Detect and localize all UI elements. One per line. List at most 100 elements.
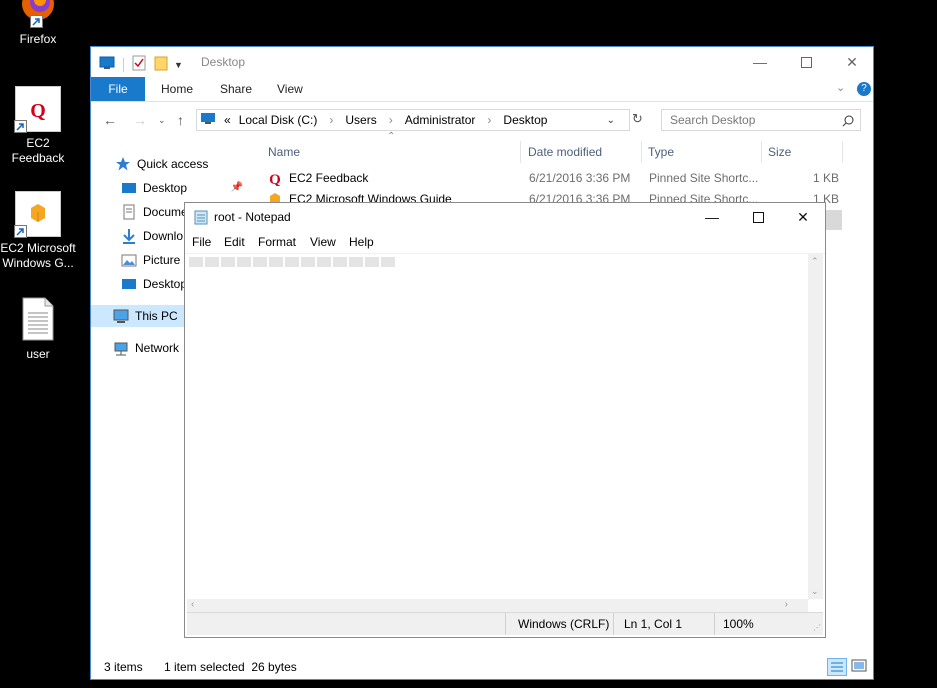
tab-share[interactable]: Share	[220, 77, 252, 101]
file-row[interactable]: Q EC2 Feedback 6/21/2016 3:36 PM Pinned …	[267, 168, 842, 188]
desktop-icon-label: EC2 Feedback	[11, 136, 65, 165]
notepad-close-button[interactable]: ✕	[780, 203, 826, 231]
svg-text:Q: Q	[30, 100, 46, 122]
vertical-scrollbar[interactable]: ⌃ ⌄	[808, 254, 823, 599]
line-ending: Windows (CRLF)	[518, 617, 610, 631]
window-title: Desktop	[201, 55, 246, 69]
breadcrumb-local-disk[interactable]: Local Disk (C:)	[239, 113, 318, 127]
redacted-text	[189, 257, 397, 267]
column-divider[interactable]	[641, 141, 642, 163]
nav-label: Desktop	[143, 181, 188, 195]
close-button[interactable]: ✕	[829, 47, 875, 77]
address-overflow[interactable]: «	[224, 113, 231, 127]
nav-item-desktop-2[interactable]: Desktop	[121, 273, 187, 295]
notepad-title: root - Notepad	[214, 210, 291, 224]
desktop-icon-ec2-guide[interactable]: EC2 Microsoft Windows G...	[0, 191, 76, 271]
new-folder-icon[interactable]	[154, 55, 168, 74]
nav-label: Network	[135, 341, 180, 355]
minimize-button[interactable]: —	[737, 47, 783, 77]
nav-item-downloads[interactable]: Downlo	[121, 225, 183, 247]
nav-label: This PC	[135, 309, 178, 323]
column-header-date[interactable]: Date modified	[528, 145, 602, 159]
back-button[interactable]: ←	[103, 112, 117, 128]
close-icon: ✕	[797, 208, 809, 225]
menu-edit[interactable]: Edit	[224, 235, 245, 249]
recent-locations-icon[interactable]: ⌄	[158, 115, 166, 126]
nav-label: Downlo	[143, 229, 184, 243]
tab-home[interactable]: Home	[161, 77, 193, 101]
search-placeholder: Search Desktop	[670, 113, 756, 127]
nav-item-documents[interactable]: Docume	[121, 201, 188, 223]
address-row: ← → ⌄ ↑ « Local Disk (C:) › Users › Admi…	[91, 102, 873, 138]
pin-icon[interactable]: 📌	[231, 177, 243, 199]
notepad-titlebar: root - Notepad — ✕	[185, 203, 825, 231]
maximize-icon	[800, 56, 812, 68]
resize-grip-icon[interactable]: ⋰	[813, 623, 821, 632]
shortcut-arrow-icon	[14, 120, 27, 133]
desktop-icon-firefox[interactable]: Firefox	[0, 0, 76, 47]
breadcrumb-administrator[interactable]: Administrator	[405, 113, 476, 127]
column-header-size[interactable]: Size	[768, 145, 791, 159]
column-header-name[interactable]: Name	[268, 145, 300, 159]
maximize-button[interactable]	[783, 47, 829, 77]
selection-info: 1 item selected 26 bytes	[164, 660, 297, 674]
nav-item-pictures[interactable]: Picture	[121, 249, 180, 271]
column-divider[interactable]	[520, 141, 521, 163]
menu-file[interactable]: File	[192, 235, 211, 249]
download-icon	[121, 228, 137, 244]
tab-file[interactable]: File	[91, 77, 145, 101]
details-view-icon	[831, 662, 843, 672]
details-view-button[interactable]	[827, 658, 847, 676]
firefox-icon	[18, 0, 58, 28]
column-divider[interactable]	[842, 141, 843, 163]
desktop-icon-label: EC2 Microsoft Windows G...	[0, 241, 76, 270]
nav-quick-access[interactable]: Quick access	[115, 153, 208, 175]
close-icon: ✕	[846, 53, 858, 70]
scroll-right-icon[interactable]: ›	[785, 599, 788, 610]
shortcut-arrow-icon	[30, 15, 43, 28]
documents-icon	[121, 204, 137, 220]
shortcut-arrow-icon	[14, 225, 27, 238]
explorer-titlebar: ▼ Desktop — ✕	[91, 47, 873, 77]
search-input[interactable]: Search Desktop	[661, 109, 861, 131]
desktop-icon-user[interactable]: user	[0, 297, 76, 362]
monitor-icon	[99, 56, 115, 73]
menu-format[interactable]: Format	[258, 235, 296, 249]
up-button[interactable]: ↑	[177, 112, 184, 128]
desktop-icon-label: Firefox	[19, 32, 57, 46]
breadcrumb-desktop[interactable]: Desktop	[503, 113, 547, 127]
breadcrumb-separator-icon: ›	[329, 113, 334, 127]
notepad-window: root - Notepad — ✕ File Edit Format View…	[184, 202, 826, 638]
scroll-left-icon[interactable]: ‹	[191, 599, 194, 610]
address-bar[interactable]: « Local Disk (C:) › Users › Administrato…	[196, 109, 630, 131]
nav-item-desktop[interactable]: Desktop 📌	[121, 177, 249, 199]
explorer-statusbar: 3 items 1 item selected 26 bytes	[91, 655, 873, 679]
nav-network[interactable]: Network	[113, 337, 179, 359]
expand-ribbon-icon[interactable]: ⌄	[836, 81, 845, 94]
notepad-text-area[interactable]	[187, 254, 808, 599]
notepad-maximize-button[interactable]	[735, 203, 781, 231]
scroll-up-icon[interactable]: ⌃	[811, 256, 819, 267]
forward-button[interactable]: →	[133, 112, 147, 128]
nav-label: Picture	[143, 253, 181, 267]
column-divider[interactable]	[761, 141, 762, 163]
desktop-icon-ec2-feedback[interactable]: Q EC2 Feedback	[0, 86, 76, 166]
breadcrumb-separator-icon: ›	[487, 113, 492, 127]
column-header-type[interactable]: Type	[648, 145, 674, 159]
properties-icon[interactable]	[132, 55, 146, 74]
tab-view[interactable]: View	[277, 77, 303, 101]
chevron-down-icon[interactable]: ▼	[174, 60, 183, 70]
notepad-menubar: File Edit Format View Help	[185, 231, 825, 254]
search-icon	[842, 110, 854, 130]
menu-view[interactable]: View	[310, 235, 336, 249]
refresh-icon[interactable]: ↻	[632, 111, 643, 127]
file-type: Pinned Site Shortc...	[649, 171, 759, 185]
help-icon[interactable]: ?	[857, 82, 871, 96]
large-icons-view-icon	[851, 659, 867, 672]
menu-help[interactable]: Help	[349, 235, 374, 249]
breadcrumb-users[interactable]: Users	[345, 113, 376, 127]
scroll-down-icon[interactable]: ⌄	[811, 586, 819, 597]
chevron-down-icon[interactable]: ⌄	[607, 115, 615, 126]
notepad-minimize-button[interactable]: —	[689, 203, 735, 231]
large-icons-view-button[interactable]	[851, 659, 867, 676]
